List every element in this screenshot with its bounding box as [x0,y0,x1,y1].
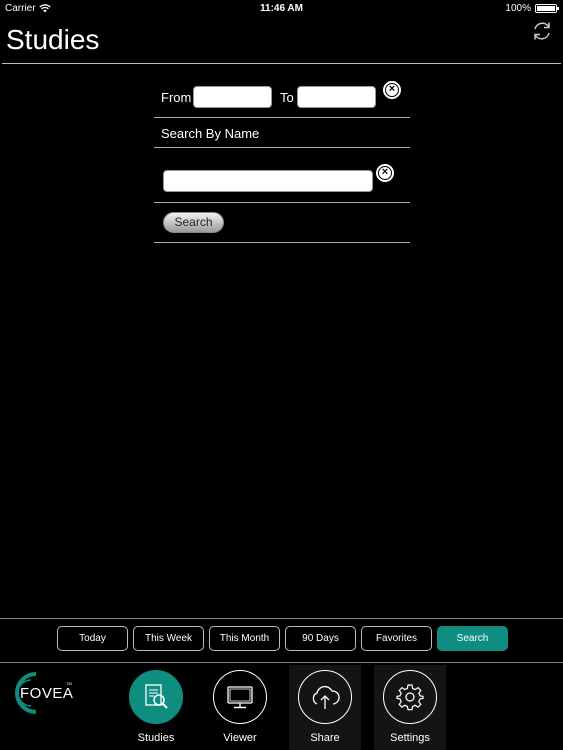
studies-screen: Carrier 11:46 AM 100% Studies From To × … [0,0,563,750]
cloud-upload-icon [312,685,340,709]
to-date-field[interactable] [297,86,376,108]
tab-share[interactable]: Share [289,665,361,750]
name-input-row: × [154,148,410,202]
page-title: Studies [6,24,100,55]
date-range-row: From To × [154,73,410,117]
tab-share-label: Share [310,732,340,744]
filter-this-week[interactable]: This Week [133,626,204,651]
search-form: From To × Search By Name × Search [154,73,410,243]
tab-viewer-button[interactable] [213,670,267,724]
clear-icon: × [385,83,399,97]
battery-indicator: 100% [505,3,559,14]
date-filter-segments: Today This Week This Month 90 Days Favor… [57,626,508,651]
filter-search[interactable]: Search [437,626,508,651]
from-date-field[interactable] [193,86,272,108]
battery-icon [535,4,559,13]
tab-settings-button[interactable] [383,670,437,724]
clock: 11:46 AM [260,3,303,14]
tab-viewer-label: Viewer [223,732,257,744]
form-divider [154,242,410,243]
logo-trademark: TM [66,681,72,686]
clear-icon: × [378,166,392,180]
tab-studies-label: Studies [137,732,175,744]
header-divider [2,63,561,64]
filter-today[interactable]: Today [57,626,128,651]
tab-share-button[interactable] [298,670,352,724]
gear-icon [396,684,424,711]
refresh-icon[interactable] [531,20,553,42]
clear-name-button[interactable]: × [376,164,394,182]
from-label: From [161,90,192,105]
fovea-logo: FOVEA TM [15,672,73,714]
filter-bar-top-divider [0,618,563,619]
tab-settings[interactable]: Settings [374,665,446,750]
battery-percent: 100% [505,3,531,14]
filter-bar-bottom-divider [0,662,563,663]
search-button[interactable]: Search [163,212,224,233]
tab-viewer[interactable]: Viewer [204,665,276,750]
monitor-icon [227,686,253,709]
tab-studies[interactable]: Studies [120,665,192,750]
search-by-name-row: Search By Name [154,118,410,147]
name-search-input[interactable] [163,170,373,192]
logo-text: FOVEA [20,685,73,702]
to-label: To [280,90,294,105]
tab-studies-button[interactable] [129,670,183,724]
status-bar: Carrier 11:46 AM 100% [0,0,563,16]
filter-90-days[interactable]: 90 Days [285,626,356,651]
search-button-row: Search [154,203,410,242]
filter-this-month[interactable]: This Month [209,626,280,651]
clear-dates-button[interactable]: × [383,81,401,99]
studies-document-search-icon [145,684,168,709]
search-by-name-label: Search By Name [161,126,260,141]
filter-favorites[interactable]: Favorites [361,626,432,651]
tab-settings-label: Settings [390,732,430,744]
